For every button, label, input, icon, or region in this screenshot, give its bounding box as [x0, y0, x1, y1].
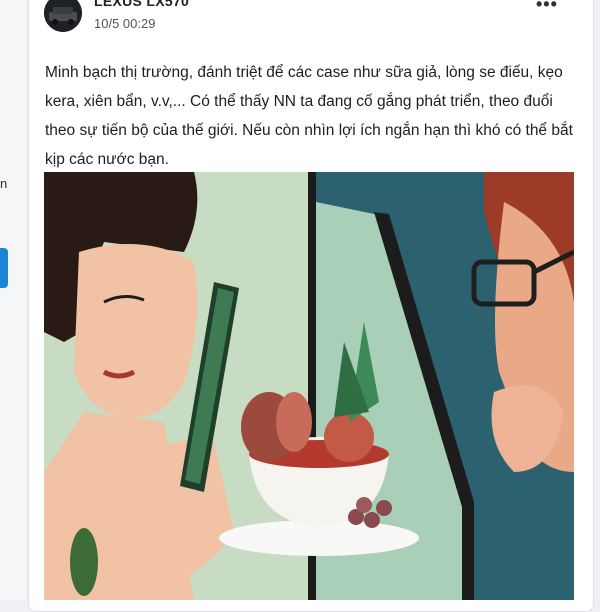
post-author-name[interactable]: LEXUS LX570: [94, 0, 189, 9]
post-body-text: Minh bạch thị trường, đánh triệt để các …: [45, 64, 573, 168]
more-options-icon[interactable]: •••: [536, 0, 558, 15]
left-panel: n: [0, 0, 26, 600]
post-timestamp[interactable]: 10/5 00:29: [94, 16, 155, 31]
left-panel-button[interactable]: [0, 248, 8, 288]
left-panel-text: n: [0, 176, 8, 191]
post-image[interactable]: [44, 172, 574, 600]
illustration-woman-phone-man-screen: [44, 172, 574, 600]
